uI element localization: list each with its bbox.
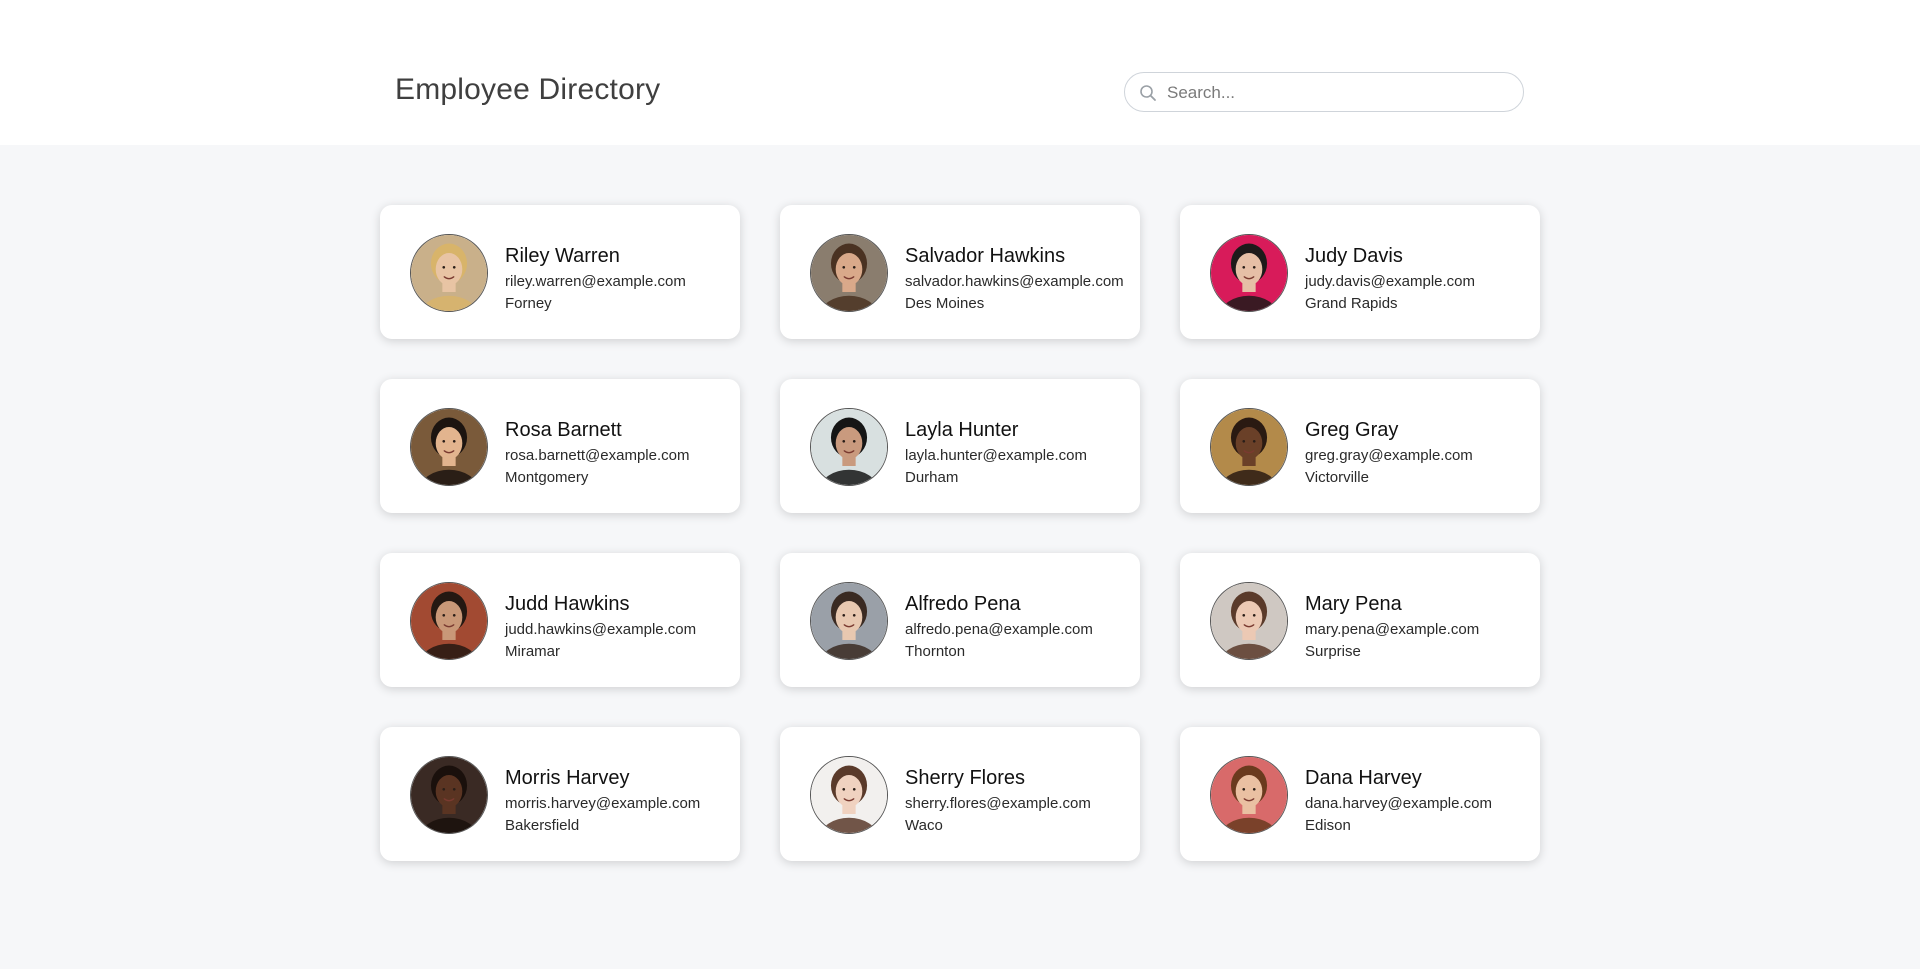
employee-avatar [810,408,888,486]
avatar-photo [1211,409,1287,485]
employee-name: Alfredo Pena [905,593,1021,615]
employee-city: Grand Rapids [1305,295,1398,312]
employee-info: Greg Gray greg.gray@example.com Victorvi… [1305,417,1536,489]
employee-name: Dana Harvey [1305,767,1422,789]
employee-avatar [1210,408,1288,486]
employee-city: Forney [505,295,552,312]
employee-email: judy.davis@example.com [1305,273,1476,290]
employee-info: Morris Harvey morris.harvey@example.com … [505,765,736,837]
employee-avatar [810,756,888,834]
avatar-photo [1211,757,1287,833]
employee-name: Rosa Barnett [505,419,622,441]
employee-email: rosa.barnett@example.com [505,447,690,464]
employee-email: morris.harvey@example.com [505,795,701,812]
employee-email: mary.pena@example.com [1305,621,1480,638]
employee-city: Bakersfield [505,817,580,834]
employee-name: Sherry Flores [905,767,1026,789]
employee-card[interactable]: Greg Gray greg.gray@example.com Victorvi… [1180,379,1540,513]
employee-name: Mary Pena [1305,593,1402,615]
page-title: Employee Directory [395,73,661,106]
employee-avatar [410,408,488,486]
employee-name: Salvador Hawkins [905,245,1066,267]
search-input[interactable] [1165,73,1514,113]
employee-email: riley.warren@example.com [505,273,686,290]
avatar-photo [411,757,487,833]
employee-info: Rosa Barnett rosa.barnett@example.com Mo… [505,417,736,489]
employee-card[interactable]: Layla Hunter layla.hunter@example.com Du… [780,379,1140,513]
employee-card[interactable]: Salvador Hawkins salvador.hawkins@exampl… [780,205,1140,339]
employee-card[interactable]: Rosa Barnett rosa.barnett@example.com Mo… [380,379,740,513]
employee-city: Miramar [505,643,560,660]
employee-email: judd.hawkins@example.com [505,621,697,638]
search-box[interactable] [1124,72,1524,113]
employee-email: layla.hunter@example.com [905,447,1087,464]
avatar-photo [411,583,487,659]
employee-info: Judd Hawkins judd.hawkins@example.com Mi… [505,591,736,663]
employee-card[interactable]: Alfredo Pena alfredo.pena@example.com Th… [780,553,1140,687]
employee-info: Dana Harvey dana.harvey@example.com Edis… [1305,765,1536,837]
employee-city: Surprise [1305,643,1361,660]
employee-email: sherry.flores@example.com [905,795,1091,812]
employee-info: Layla Hunter layla.hunter@example.com Du… [905,417,1136,489]
avatar-photo [811,757,887,833]
employee-info: Judy Davis judy.davis@example.com Grand … [1305,243,1536,315]
employee-name: Judy Davis [1305,245,1403,267]
employee-name: Greg Gray [1305,419,1399,441]
employee-avatar [1210,756,1288,834]
employee-avatar [410,234,488,312]
employee-card[interactable]: Dana Harvey dana.harvey@example.com Edis… [1180,727,1540,861]
employee-avatar [810,582,888,660]
employee-info: Mary Pena mary.pena@example.com Surprise [1305,591,1536,663]
avatar-photo [1211,583,1287,659]
employee-card[interactable]: Judy Davis judy.davis@example.com Grand … [1180,205,1540,339]
employee-card[interactable]: Morris Harvey morris.harvey@example.com … [380,727,740,861]
employee-grid: Riley Warren riley.warren@example.com Fo… [380,205,1540,861]
employee-avatar [1210,234,1288,312]
avatar-photo [811,583,887,659]
search-icon [1139,84,1157,102]
avatar-photo [411,409,487,485]
employee-card[interactable]: Sherry Flores sherry.flores@example.com … [780,727,1140,861]
employee-city: Durham [905,469,959,486]
employee-avatar [1210,582,1288,660]
page-header: Employee Directory [0,0,1920,145]
employee-email: greg.gray@example.com [1305,447,1473,464]
avatar-photo [811,235,887,311]
avatar-photo [811,409,887,485]
employee-name: Riley Warren [505,245,620,267]
employee-info: Riley Warren riley.warren@example.com Fo… [505,243,736,315]
avatar-photo [411,235,487,311]
employee-email: dana.harvey@example.com [1305,795,1492,812]
employee-city: Waco [905,817,943,834]
employee-card[interactable]: Judd Hawkins judd.hawkins@example.com Mi… [380,553,740,687]
employee-info: Alfredo Pena alfredo.pena@example.com Th… [905,591,1136,663]
employee-city: Victorville [1305,469,1369,486]
employee-email: salvador.hawkins@example.com [905,273,1124,290]
employee-email: alfredo.pena@example.com [905,621,1093,638]
employee-card[interactable]: Mary Pena mary.pena@example.com Surprise [1180,553,1540,687]
employee-avatar [810,234,888,312]
employee-info: Sherry Flores sherry.flores@example.com … [905,765,1136,837]
employee-avatar [410,756,488,834]
employee-avatar [410,582,488,660]
employee-city: Thornton [905,643,966,660]
employee-name: Judd Hawkins [505,593,630,615]
employee-city: Edison [1305,817,1351,834]
employee-city: Des Moines [905,295,985,312]
avatar-photo [1211,235,1287,311]
employee-info: Salvador Hawkins salvador.hawkins@exampl… [905,243,1136,315]
employee-name: Layla Hunter [905,419,1019,441]
employee-name: Morris Harvey [505,767,630,789]
employee-card[interactable]: Riley Warren riley.warren@example.com Fo… [380,205,740,339]
employee-city: Montgomery [505,469,589,486]
